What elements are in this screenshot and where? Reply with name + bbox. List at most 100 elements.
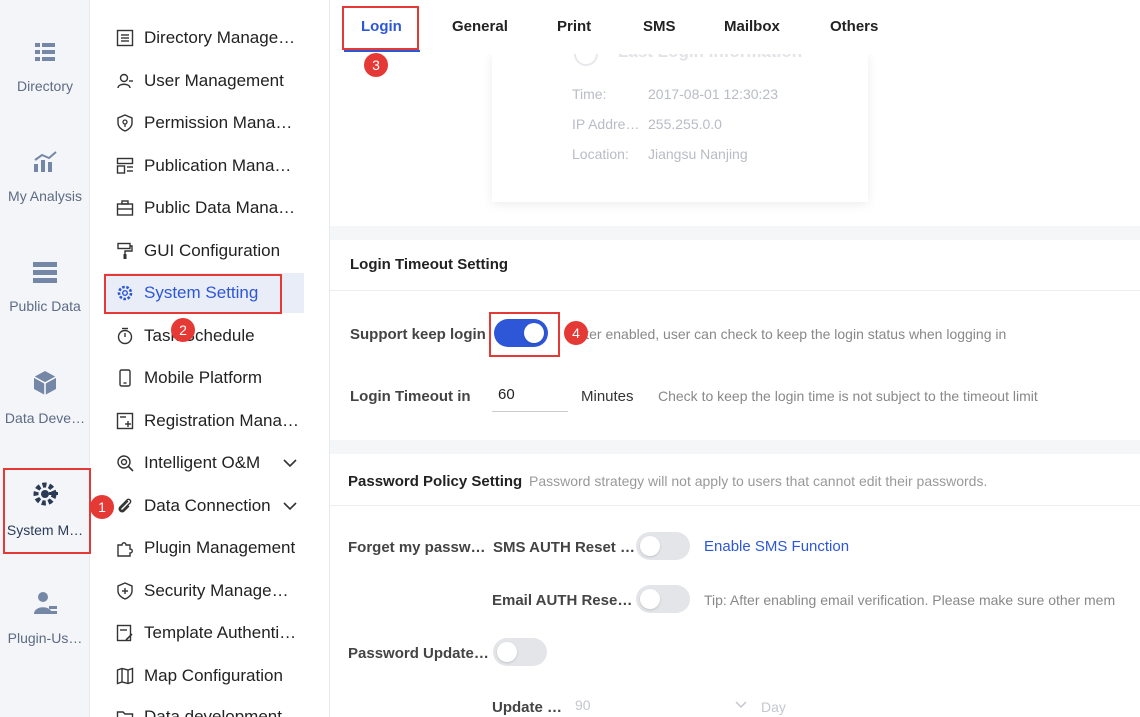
- primary-nav-rail: Directory My Analysis Public Data Data D…: [0, 0, 90, 717]
- security-shield-icon: [117, 582, 133, 600]
- rail-item-system-management[interactable]: System M…: [0, 480, 90, 538]
- info-key: IP Addre…: [572, 116, 640, 132]
- template-icon: [116, 624, 133, 642]
- public-data-icon: [33, 262, 57, 283]
- menu-item-label: Map Configuration: [144, 666, 283, 685]
- list-icon: [116, 29, 134, 47]
- rail-item-directory[interactable]: Directory: [0, 40, 90, 94]
- email-auth-reset-toggle[interactable]: [636, 585, 690, 613]
- menu-item-label: System Setting: [144, 283, 259, 302]
- last-login-row: Time: 2017-08-01 12:30:23: [572, 86, 778, 102]
- info-key: Location:: [572, 146, 629, 162]
- password-policy-title: Password Policy Setting: [348, 473, 523, 490]
- password-update-toggle[interactable]: [493, 638, 547, 666]
- menu-item-directory-management[interactable]: Directory Manage…: [104, 18, 304, 58]
- menu-item-label: Data Connection: [144, 496, 271, 515]
- email-auth-hint: Tip: After enabling email verification. …: [704, 592, 1116, 608]
- last-login-row: IP Addre… 255.255.0.0: [572, 116, 722, 132]
- paperclip-icon: [118, 498, 132, 513]
- last-login-section: Last Login Information Time:2017-08-01 1…: [330, 42, 1140, 226]
- settings-tabs: Login General Print SMS Mailbox Others: [330, 0, 1140, 54]
- timeout-unit: Minutes: [581, 388, 634, 405]
- menu-item-label: Registration Mana…: [144, 411, 299, 430]
- menu-item-security-management[interactable]: Security Manage…: [104, 571, 304, 611]
- timeout-label: Login Timeout in: [350, 388, 471, 405]
- menu-item-label: Data development: [144, 707, 282, 717]
- tab-sms[interactable]: SMS: [643, 0, 676, 54]
- info-key: Time:: [572, 86, 607, 102]
- folder-icon: [116, 711, 134, 717]
- menu-item-data-development[interactable]: Data development: [104, 697, 304, 717]
- menu-item-label: User Management: [144, 71, 284, 90]
- rail-label: System M…: [6, 522, 84, 538]
- menu-item-mobile-platform[interactable]: Mobile Platform: [104, 358, 304, 398]
- menu-item-label: Public Data Mana…: [144, 198, 296, 217]
- main-content: Last Login Information Time:2017-08-01 1…: [330, 0, 1140, 717]
- info-value: 255.255.0.0: [648, 116, 722, 132]
- password-policy-subtitle: Password strategy will not apply to user…: [529, 473, 988, 489]
- divider: [330, 505, 1140, 506]
- menu-item-label: Permission Mana…: [144, 113, 293, 132]
- enable-sms-link[interactable]: Enable SMS Function: [704, 538, 849, 555]
- tab-general[interactable]: General: [452, 0, 508, 54]
- menu-item-plugin-management[interactable]: Plugin Management: [104, 528, 304, 568]
- user-icon: [117, 73, 133, 89]
- timeout-hint: Check to keep the login time is not subj…: [658, 388, 1038, 404]
- directory-icon: [35, 43, 55, 61]
- data-dev-cube-icon: [33, 371, 57, 395]
- menu-item-system-setting[interactable]: System Setting: [104, 273, 304, 313]
- update-cycle-input[interactable]: 90: [575, 697, 591, 713]
- callout-badge: 1: [90, 495, 114, 519]
- chevron-down-icon[interactable]: [282, 498, 298, 514]
- briefcase-icon: [116, 200, 134, 216]
- menu-item-gui-configuration[interactable]: GUI Configuration: [104, 231, 304, 271]
- tab-mailbox[interactable]: Mailbox: [724, 0, 780, 54]
- keep-login-toggle[interactable]: [494, 319, 548, 347]
- timeout-input[interactable]: 60: [492, 380, 568, 412]
- email-auth-reset-label: Email AUTH Rese…: [492, 592, 633, 609]
- chevron-down-icon[interactable]: [282, 455, 298, 471]
- paint-roller-icon: [117, 242, 133, 259]
- menu-item-permission-management[interactable]: Permission Mana…: [104, 103, 304, 143]
- menu-item-task-schedule[interactable]: Task Schedule: [104, 316, 304, 356]
- menu-item-label: Publication Mana…: [144, 156, 292, 175]
- rail-label: Directory: [16, 78, 73, 94]
- callout-badge: 4: [564, 321, 588, 345]
- gear-icon: [117, 285, 133, 301]
- divider: [330, 290, 1140, 291]
- menu-item-label: Template Authenti…: [144, 623, 297, 642]
- tab-others[interactable]: Others: [830, 0, 878, 54]
- menu-item-data-connection[interactable]: Data Connection: [104, 486, 304, 526]
- menu-item-template-authentication[interactable]: Template Authenti…: [104, 613, 304, 653]
- menu-item-label: Intelligent O&M: [144, 453, 261, 472]
- menu-item-publication-management[interactable]: Publication Mana…: [104, 146, 304, 186]
- rail-item-data-development[interactable]: Data Deve…: [0, 370, 90, 426]
- rail-item-my-analysis[interactable]: My Analysis: [0, 150, 90, 204]
- rail-label: Plugin-Us…: [7, 630, 83, 646]
- login-timeout-title: Login Timeout Setting: [350, 256, 509, 273]
- menu-item-public-data-management[interactable]: Public Data Mana…: [104, 188, 304, 228]
- sms-auth-reset-toggle[interactable]: [636, 532, 690, 560]
- registration-icon: [116, 412, 134, 430]
- last-login-card: Last Login Information Time:2017-08-01 1…: [492, 42, 868, 202]
- menu-item-registration-management[interactable]: Registration Mana…: [104, 401, 304, 441]
- tab-login[interactable]: Login: [361, 0, 402, 54]
- chevron-down-icon[interactable]: [734, 698, 748, 712]
- login-timeout-section: Login Timeout Setting Support keep login…: [330, 240, 1140, 440]
- tab-print[interactable]: Print: [557, 0, 591, 54]
- menu-item-intelligent-om[interactable]: Intelligent O&M: [104, 443, 304, 483]
- last-login-row: Location: Jiangsu Nanjing: [572, 146, 748, 162]
- map-icon: [116, 667, 134, 685]
- om-icon: [117, 455, 134, 472]
- rail-item-public-data[interactable]: Public Data: [0, 260, 90, 314]
- menu-item-label: Security Manage…: [144, 581, 289, 600]
- rail-label: Public Data: [9, 298, 81, 314]
- menu-item-label: Plugin Management: [144, 538, 296, 557]
- menu-item-map-configuration[interactable]: Map Configuration: [104, 656, 304, 696]
- password-update-label: Password Update…: [348, 645, 489, 662]
- keep-login-label: Support keep login: [350, 326, 486, 343]
- menu-item-user-management[interactable]: User Management: [104, 61, 304, 101]
- toggle-knob: [524, 323, 544, 343]
- rail-item-plugin-user[interactable]: Plugin-Us…: [0, 590, 90, 646]
- publication-icon: [116, 157, 134, 174]
